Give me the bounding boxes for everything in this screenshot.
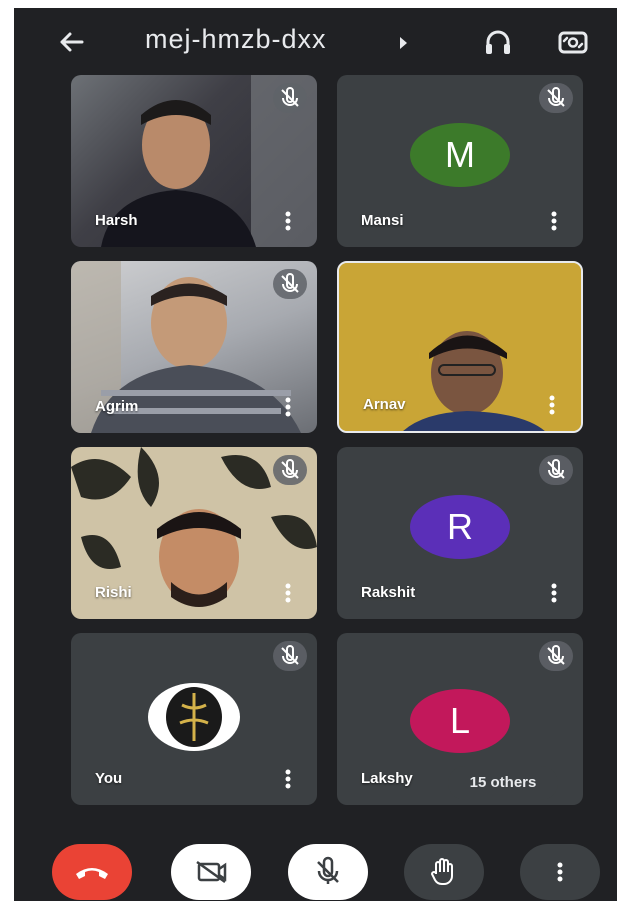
muted-indicator (539, 83, 573, 113)
camera-off-icon (196, 860, 227, 884)
muted-indicator (273, 455, 307, 485)
meet-screen: mej-hmzb-dxx Harsh M Mansi Agrim Arnav R… (14, 8, 617, 901)
mic-off-icon (281, 273, 299, 293)
mic-toggle-button[interactable] (288, 844, 368, 900)
avatar-initial: M (445, 134, 475, 175)
more-vert-icon[interactable] (551, 583, 557, 603)
more-vert-icon[interactable] (285, 211, 291, 231)
more-options-button[interactable] (520, 844, 600, 900)
participant-tile-mansi[interactable]: M Mansi (337, 75, 583, 247)
mic-off-icon (281, 645, 299, 665)
mic-off-icon (281, 459, 299, 479)
mic-off-icon (547, 645, 565, 665)
participant-tile-arnav[interactable]: Arnav (337, 261, 583, 433)
more-vert-icon (557, 862, 563, 882)
avatar: M (410, 123, 510, 187)
avatar-initial: R (447, 506, 473, 547)
participant-name: Harsh (95, 212, 138, 229)
meeting-code[interactable]: mej-hmzb-dxx (145, 24, 327, 55)
phone-hangup-icon (76, 868, 108, 879)
participant-tile-rakshit[interactable]: R Rakshit (337, 447, 583, 619)
participant-name: Rishi (95, 584, 132, 601)
others-chip[interactable]: 15 others (448, 766, 558, 800)
mic-off-icon (547, 87, 565, 107)
muted-indicator (273, 83, 307, 113)
participant-name: Agrim (95, 398, 139, 415)
mic-off-icon (317, 856, 339, 884)
call-controls (14, 826, 617, 901)
headphones-icon[interactable] (480, 24, 516, 60)
muted-indicator (273, 269, 307, 299)
muted-indicator (539, 641, 573, 671)
end-call-button[interactable] (52, 844, 132, 900)
more-vert-icon[interactable] (549, 395, 555, 415)
avatar-initial: L (449, 700, 471, 741)
profile-logo (148, 683, 240, 751)
avatar: R (410, 495, 510, 559)
raise-hand-button[interactable] (404, 844, 484, 900)
participant-tile-harsh[interactable]: Harsh (71, 75, 317, 247)
more-vert-icon[interactable] (285, 769, 291, 789)
participant-tile-agrim[interactable]: Agrim (71, 261, 317, 433)
mic-off-icon (281, 87, 299, 107)
participant-name: Lakshy (361, 770, 413, 787)
participant-name: Mansi (361, 212, 404, 229)
camera-toggle-button[interactable] (171, 844, 251, 900)
muted-indicator (539, 455, 573, 485)
participant-tile-you[interactable]: You (71, 633, 317, 805)
participant-name: You (95, 770, 123, 787)
more-vert-icon[interactable] (551, 211, 557, 231)
switch-camera-icon[interactable] (555, 24, 591, 60)
hand-icon (430, 858, 453, 886)
more-vert-icon[interactable] (285, 397, 291, 417)
participant-name: Rakshit (361, 584, 416, 601)
muted-indicator (273, 641, 307, 671)
back-arrow-icon[interactable] (52, 22, 92, 62)
participant-name: Arnav (363, 396, 406, 413)
participant-tile-rishi[interactable]: Rishi (71, 447, 317, 619)
mic-off-icon (547, 459, 565, 479)
avatar: L (410, 689, 510, 753)
more-vert-icon[interactable] (285, 583, 291, 603)
meeting-info-arrow-icon[interactable] (400, 37, 407, 49)
top-bar: mej-hmzb-dxx (14, 8, 617, 74)
